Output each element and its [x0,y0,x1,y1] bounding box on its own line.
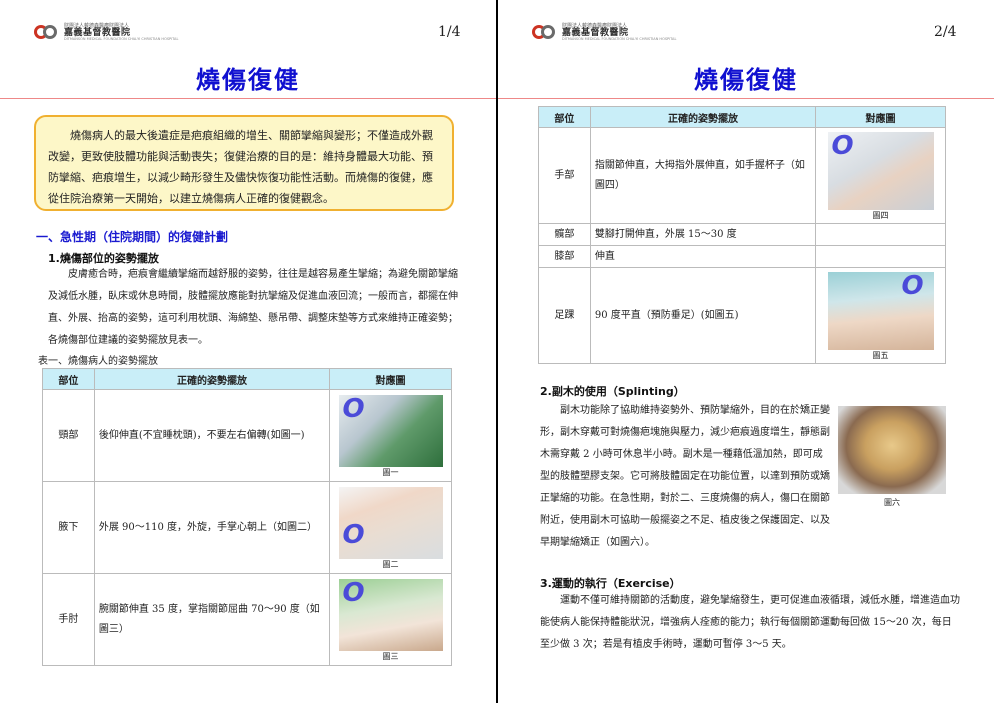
figure-hand-photo: O [827,131,934,210]
logo-mark-icon [34,24,60,42]
table-row: 腋下 外展 90～110 度，外旋，手掌心朝上（如圖二） O 圖二 [42,481,452,574]
table-row: 手部 指關節伸直，大拇指外展伸直，如手握杯子（如圖四） O 圖四 [538,127,946,224]
row-figure: O 圖三 [329,573,452,666]
table-row: 足踝 90 度平直（預防垂足）(如圖五) O 圖五 [538,267,946,364]
table-header-row: 部位 正確的姿勢擺放 對應圖 [538,106,946,128]
row-desc: 指關節伸直，大拇指外展伸直，如手握杯子（如圖四） [589,127,817,224]
col-header: 正確的姿勢擺放 [589,106,817,128]
header-divider [0,98,496,99]
figure-elbow-photo: O [338,578,443,651]
table-header-row: 部位 正確的姿勢擺放 對應圖 [42,368,452,390]
row-desc: 伸直 [589,245,817,268]
col-header: 正確的姿勢擺放 [93,368,331,390]
intro-box: 燒傷病人的最大後遺症是疤痕組織的增生、關節攣縮與變形；不僅造成外觀改變，更致使肢… [34,115,454,211]
row-figure: O 圖一 [329,389,452,482]
figure-splint-photo [838,406,946,494]
table-row: 頸部 後仰伸直(不宜睡枕頭)，不要左右偏轉(如圖一) O 圖一 [42,389,452,482]
figure-label: 圖四 [872,210,889,220]
splint-paragraph: 副木功能除了協助維持姿勢外、預防攣縮外，目的在於矯正變形，副木穿戴可對燒傷疤塊施… [540,405,830,548]
posture-table-continued: 部位 正確的姿勢擺放 對應圖 手部 指關節伸直，大拇指外展伸直，如手握杯子（如圖… [538,106,946,364]
row-part: 腋下 [42,481,95,574]
figure-ankle-photo: O [827,271,934,350]
hospital-logo: 財團法人戴德森醫療財團法人 嘉義基督教醫院 DITMANSON MEDICAL … [34,24,178,42]
row-desc: 後仰伸直(不宜睡枕頭)，不要左右偏轉(如圖一) [93,389,331,482]
page-number: 1/4 [438,24,461,40]
header-divider [498,98,994,99]
page-number: 2/4 [934,24,957,40]
figure-label: 圖六 [884,498,900,507]
row-desc: 腕關節伸直 35 度，掌指關節屈曲 70～90 度（如圖三） [93,573,331,666]
row-part: 手部 [538,127,591,224]
row-desc: 90 度平直（預防垂足）(如圖五) [589,267,817,364]
figure-label: 圖五 [872,350,889,360]
row-figure: O 圖二 [329,481,452,574]
figure-neck-photo: O [338,394,443,467]
page-title: 燒傷復健 [694,65,798,94]
exercise-paragraph: 運動不僅可維持關節的活動度，避免攣縮發生，更可促進血液循環，減低水腫，增進造血功… [540,595,960,650]
row-part: 足踝 [538,267,591,364]
page-1: 財團法人戴德森醫療財團法人 嘉義基督教醫院 DITMANSON MEDICAL … [0,0,496,703]
page-2: 財團法人戴德森醫療財團法人 嘉義基督教醫院 DITMANSON MEDICAL … [498,0,994,703]
splint-heading: 2.副木的使用（Splinting） [540,385,685,398]
table-caption: 表一、燒傷病人的姿勢擺放 [38,356,158,367]
logo-mark-icon [532,24,558,42]
figure-armpit-photo: O [338,486,443,559]
row-desc: 雙腳打開伸直，外展 15～30 度 [589,223,817,246]
row-part: 手肘 [42,573,95,666]
table-row: 膝部 伸直 [538,245,946,268]
row-figure: O 圖五 [815,267,946,364]
col-header: 部位 [538,106,591,128]
figure-label: 圖一 [382,467,399,477]
row-desc: 外展 90～110 度，外旋，手掌心朝上（如圖二） [93,481,331,574]
table-row: 髖部 雙腳打開伸直，外展 15～30 度 [538,223,946,246]
row-part: 髖部 [538,223,591,246]
row-part: 頸部 [42,389,95,482]
logo-sub-text: DITMANSON MEDICAL FOUNDATION CHIA-YI CHR… [562,37,677,42]
posture-table: 部位 正確的姿勢擺放 對應圖 頸部 後仰伸直(不宜睡枕頭)，不要左右偏轉(如圖一… [42,368,452,666]
col-header: 部位 [42,368,95,390]
section-heading: 一、急性期（住院期間）的復健計劃 [36,230,229,244]
row-part: 膝部 [538,245,591,268]
figure-label: 圖三 [382,651,399,661]
paragraph: 皮膚癒合時，疤痕會繼續攣縮而越舒服的姿勢，往往是越容易產生攣縮；為避免關節攣縮及… [48,269,458,346]
page-title: 燒傷復健 [196,65,300,94]
row-figure-empty [815,223,946,246]
row-figure-empty [815,245,946,268]
col-header: 對應圖 [329,368,452,390]
logo-sub-text: DITMANSON MEDICAL FOUNDATION CHIA-YI CHR… [64,37,179,42]
row-figure: O 圖四 [815,127,946,224]
exercise-heading: 3.運動的執行（Exercise） [540,577,681,590]
figure-label: 圖二 [382,559,399,569]
table-row: 手肘 腕關節伸直 35 度，掌指關節屈曲 70～90 度（如圖三） O 圖三 [42,573,452,666]
col-header: 對應圖 [815,106,946,128]
hospital-logo: 財團法人戴德森醫療財團法人 嘉義基督教醫院 DITMANSON MEDICAL … [532,24,676,42]
